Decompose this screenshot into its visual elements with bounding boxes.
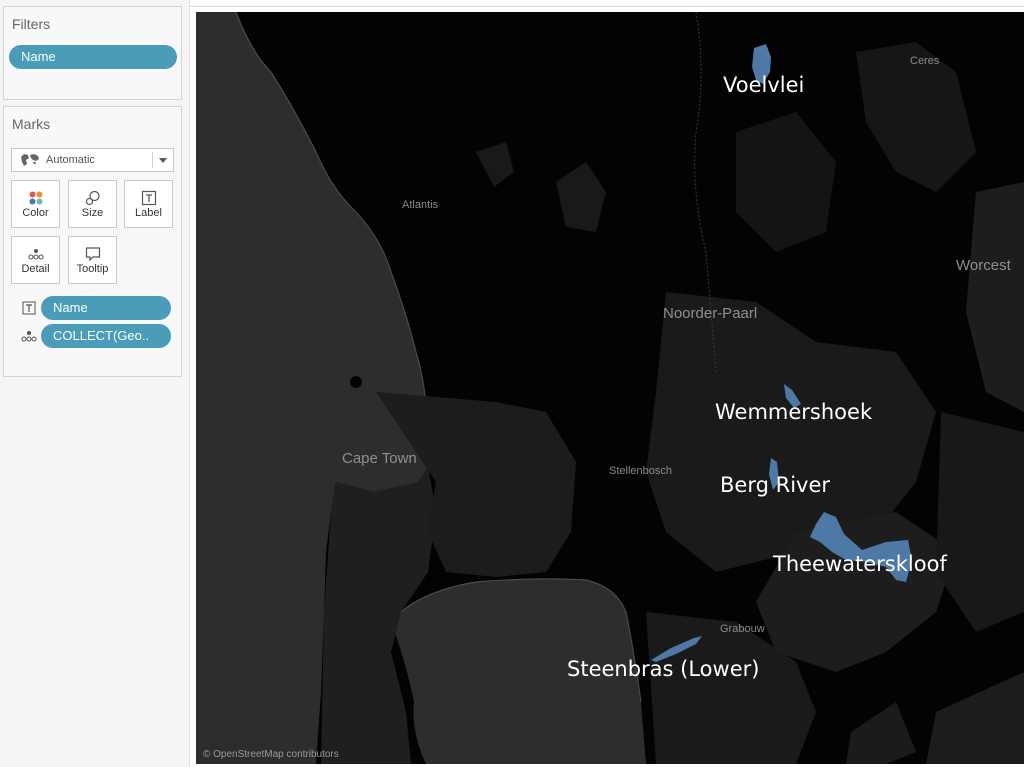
reservoir-label-steenbras-lower: Steenbras (Lower) — [567, 657, 760, 681]
reservoir-label-wemmershoek: Wemmershoek — [715, 400, 873, 424]
label-icon — [21, 300, 37, 316]
marks-card: Marks Automatic Color Size Label Detail … — [3, 106, 182, 377]
label-label: Label — [135, 207, 162, 219]
left-panel: Filters Name Marks Automatic Color Size — [0, 0, 190, 767]
map-basemap — [196, 12, 1024, 764]
filter-pill-name[interactable]: Name — [9, 45, 177, 69]
size-button[interactable]: Size — [68, 180, 117, 228]
chevron-down-icon[interactable] — [159, 158, 167, 163]
map-view[interactable]: Ceres Atlantis Worcest Noorder-Paarl Cap… — [196, 12, 1024, 764]
filters-title: Filters — [12, 16, 51, 32]
dropdown-separator — [152, 152, 153, 168]
detail-label: Detail — [21, 263, 50, 275]
tooltip-label: Tooltip — [76, 263, 109, 275]
label-button[interactable]: Label — [124, 180, 173, 228]
color-label: Color — [22, 207, 49, 219]
marks-field-name[interactable]: Name — [41, 296, 171, 320]
reservoir-label-berg-river: Berg River — [720, 473, 831, 497]
size-icon — [69, 189, 116, 207]
map-attribution[interactable]: © OpenStreetMap contributors — [203, 749, 339, 760]
map-icon — [20, 153, 40, 175]
view-top-border — [190, 6, 1024, 7]
ocean-shape — [196, 12, 428, 764]
tooltip-icon — [69, 245, 116, 263]
detail-icon — [12, 245, 59, 263]
mark-type-dropdown[interactable]: Automatic — [11, 148, 174, 172]
color-icon — [12, 189, 59, 207]
detail-icon — [21, 328, 37, 344]
place-cape-town: Cape Town — [342, 450, 417, 467]
reservoir-label-theewaterskloof: Theewaterskloof — [773, 552, 947, 576]
reservoir-label-voelvlei: Voelvlei — [723, 73, 805, 97]
label-icon — [125, 189, 172, 207]
place-ceres: Ceres — [910, 55, 940, 67]
tooltip-button[interactable]: Tooltip — [68, 236, 117, 284]
size-label: Size — [81, 207, 104, 219]
color-button[interactable]: Color — [11, 180, 60, 228]
marks-title: Marks — [12, 116, 51, 132]
marks-field-collect-geometry[interactable]: COLLECT(Geo.. — [41, 324, 171, 348]
place-stellenbosch: Stellenbosch — [609, 465, 672, 477]
filters-card: Filters Name — [3, 6, 182, 100]
mark-type-value: Automatic — [46, 154, 95, 166]
place-worcester: Worcest — [956, 257, 1011, 274]
place-grabouw: Grabouw — [720, 623, 765, 635]
detail-button[interactable]: Detail — [11, 236, 60, 284]
place-noorder-paarl: Noorder-Paarl — [663, 305, 758, 322]
place-atlantis: Atlantis — [402, 199, 439, 211]
